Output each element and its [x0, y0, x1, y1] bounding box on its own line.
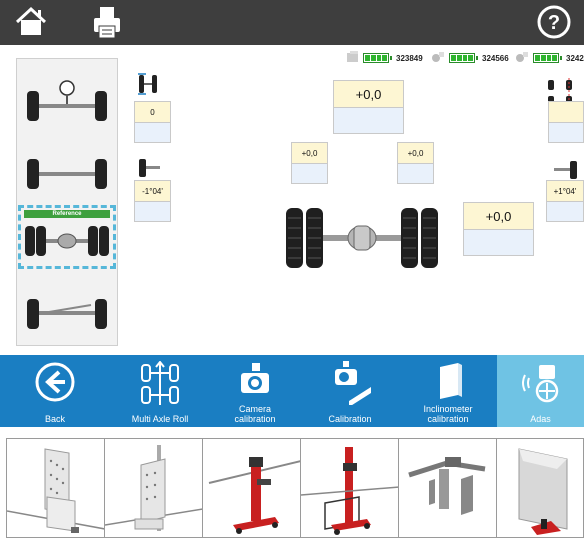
steering-axle-icon[interactable]: [23, 79, 111, 125]
right-pair-value: +0,0: [398, 143, 433, 164]
calibration-button[interactable]: Calibration: [300, 355, 400, 427]
back-button[interactable]: Back: [0, 355, 110, 427]
dual-axle-diagram: [286, 208, 438, 268]
right-toe-value: [549, 102, 583, 123]
gallery-item-5[interactable]: [398, 438, 496, 538]
top-bar: ?: [0, 0, 584, 45]
back-label: Back: [44, 414, 65, 424]
trailer-axle-icon[interactable]: [23, 291, 111, 337]
dual-wheel-axle-icon: [25, 226, 109, 256]
right-pair-value-box: +0,0: [397, 142, 434, 184]
camera-sensor-icon: [430, 51, 446, 65]
sensor-group-3: 32424: [514, 51, 584, 65]
gallery-item-2[interactable]: [104, 438, 202, 538]
right-camber-symbol-icon: [554, 161, 577, 179]
thrust-value: +0,0: [464, 203, 533, 230]
gallery-item-6[interactable]: [496, 438, 584, 538]
sensor-dim-icon: [346, 51, 360, 65]
sensor-id: 32424: [566, 53, 584, 63]
adas-device-gallery: [6, 438, 584, 538]
camera-calibration-button[interactable]: Camera calibration: [210, 355, 300, 427]
right-camber-value-box: +1°04': [546, 180, 584, 222]
rear-axle-icon[interactable]: [23, 155, 111, 195]
battery-icon: [363, 53, 392, 63]
sensor-id: 323849: [396, 53, 423, 63]
reference-label: Reference: [24, 210, 110, 218]
reflector-panel-icon: [518, 448, 568, 535]
target-panel-icon: [105, 445, 202, 531]
battery-icon: [449, 53, 478, 63]
adas-label: Adas: [530, 414, 551, 424]
sensor-group-2: 324566: [430, 51, 509, 65]
multi-axle-icon: [141, 361, 179, 405]
bottom-toolbar: Back Multi Axle Roll Camera calibration …: [0, 355, 584, 427]
calibration-label: Calibration: [328, 414, 372, 424]
left-camber-value-box: -1°04': [134, 180, 171, 222]
svg-text:?: ?: [548, 12, 560, 34]
target-panel-icon: [7, 448, 104, 533]
printer-icon[interactable]: [92, 6, 122, 45]
gallery-item-3[interactable]: [202, 438, 300, 538]
gallery-item-1[interactable]: [6, 438, 104, 538]
left-pair-value: +0,0: [292, 143, 327, 164]
bracket-icon: [408, 457, 486, 515]
camera-calibration-icon: [241, 363, 269, 393]
camera-sensor-icon: [514, 51, 530, 65]
adas-button[interactable]: Adas: [497, 355, 584, 427]
left-toe-value-box: 0: [134, 101, 171, 143]
camber-symbol-icon: [139, 159, 160, 177]
thrust-value-box: +0,0: [463, 202, 534, 256]
right-camber-value: +1°04': [547, 181, 583, 202]
red-stand-frame-icon: [301, 447, 398, 535]
multi-axle-roll-button[interactable]: Multi Axle Roll: [110, 355, 210, 427]
inclinometer-calibration-button[interactable]: Inclinometer calibration: [400, 355, 497, 427]
toe-symbol-icon: [138, 73, 157, 95]
left-toe-value: 0: [135, 102, 170, 123]
axle-selector-panel: Reference: [16, 58, 118, 346]
battery-icon: [533, 53, 562, 63]
total-toe-value-box: +0,0: [333, 80, 404, 134]
camera-calibration-label: Camera calibration: [234, 404, 276, 424]
left-camber-value: -1°04': [135, 181, 170, 202]
inclinometer-calibration-label: Inclinometer calibration: [423, 404, 473, 424]
left-pair-value-box: +0,0: [291, 142, 328, 184]
help-icon[interactable]: ?: [536, 4, 572, 45]
calibration-icon: [335, 361, 371, 405]
multi-axle-roll-label: Multi Axle Roll: [131, 414, 189, 424]
app-screen: ? 323849 324566 32424: [0, 0, 584, 538]
right-toe-value-box: [548, 101, 584, 143]
gallery-item-4[interactable]: [300, 438, 398, 538]
adas-icon: [521, 365, 558, 403]
total-toe-value: +0,0: [334, 81, 403, 108]
sensor-id: 324566: [482, 53, 509, 63]
red-stand-icon: [208, 457, 300, 534]
home-icon[interactable]: [14, 6, 48, 43]
inclinometer-icon: [439, 363, 462, 399]
back-arrow-icon: [35, 362, 75, 402]
sensor-group-1: 323849: [346, 51, 423, 65]
reference-axle-selection[interactable]: Reference: [18, 205, 116, 269]
